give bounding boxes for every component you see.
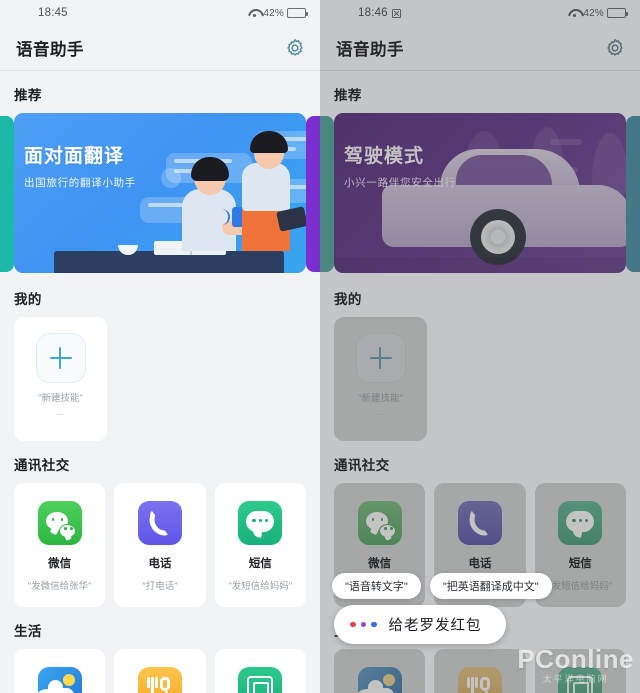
tile-phone[interactable]: 电话 "打电话" xyxy=(114,483,206,607)
tile-name: 电话 xyxy=(468,558,492,570)
plus-icon xyxy=(369,347,392,369)
voice-recognition-bubble[interactable]: 给老罗发红包 xyxy=(334,605,506,644)
phone-icon xyxy=(137,501,182,545)
plus-icon xyxy=(49,347,72,369)
add-skill-subhint: － xyxy=(56,410,65,419)
banner-subtitle: 小兴一路伴您安全出行 xyxy=(344,177,456,189)
tile-sms[interactable]: 短信 "发短信给妈妈" xyxy=(214,483,306,607)
suggestion-chip[interactable]: "语音转文字" xyxy=(332,573,421,599)
sms-icon xyxy=(558,501,603,545)
tile-hint: "打电话" xyxy=(142,581,178,592)
suggestion-chip[interactable]: "把英语翻译成中文" xyxy=(429,573,552,599)
recognized-text: 给老罗发红包 xyxy=(388,618,482,634)
cloud-deco xyxy=(550,139,582,145)
wechat-icon xyxy=(37,501,82,545)
add-skill-icon-box[interactable] xyxy=(35,333,86,383)
tile-name: 短信 xyxy=(568,558,592,570)
voice-assistant-overlay: "语音转文字" "把英语翻译成中文" 给老罗发红包 xyxy=(320,573,640,693)
tile-name: 电话 xyxy=(148,558,172,570)
status-right-group: 42% xyxy=(568,7,628,19)
tile-name: 短信 xyxy=(248,558,272,570)
phone-icon xyxy=(457,501,502,545)
screen-right: 18:46 42% 语音助手 推荐 驾驶模式 小兴一路伴您安全出行 我的 "新建… xyxy=(320,0,640,693)
gear-icon[interactable] xyxy=(604,37,626,59)
wifi-icon xyxy=(248,8,260,18)
banner-subtitle: 出国旅行的翻译小助手 xyxy=(24,177,136,189)
battery-icon xyxy=(607,8,628,18)
tile-hint: "发短信给妈妈" xyxy=(228,581,293,592)
tablet-deco xyxy=(276,206,306,232)
add-skill-label: "新建技能" xyxy=(358,393,403,404)
banner-text-right: 驾驶模式 小兴一路伴您安全出行 xyxy=(344,141,456,190)
car-window-deco xyxy=(456,155,552,189)
sms-icon xyxy=(238,501,283,545)
pay-icon xyxy=(238,667,283,693)
page-title: 语音助手 xyxy=(336,41,404,59)
battery-percent: 42% xyxy=(263,7,284,19)
section-title-mine: 我的 xyxy=(334,292,362,307)
status-time: 18:46 xyxy=(358,7,388,19)
add-skill-card[interactable]: "新建技能" － xyxy=(14,317,107,441)
banner-peek-right[interactable] xyxy=(306,116,320,272)
tile-food[interactable]: 美食 xyxy=(114,649,206,693)
banner-peek-left[interactable] xyxy=(320,116,334,272)
battery-icon xyxy=(287,8,308,18)
gear-icon[interactable] xyxy=(284,37,306,59)
tile-weather[interactable]: ΛΛ 天气 xyxy=(14,649,106,693)
banner-title: 面对面翻译 xyxy=(24,146,125,167)
dual-screenshot: 18:45 42% 语音助手 推荐 面对面翻译 出国旅行的翻译小助手 我的 "新… xyxy=(0,0,640,693)
section-title-recommend: 推荐 xyxy=(334,88,362,103)
page-title: 语音助手 xyxy=(16,41,84,59)
screen-left: 18:45 42% 语音助手 推荐 面对面翻译 出国旅行的翻译小助手 我的 "新… xyxy=(0,0,320,693)
section-title-social: 通讯社交 xyxy=(334,458,390,473)
banner-card-translate[interactable] xyxy=(14,113,306,273)
banner-carousel-right[interactable]: 驾驶模式 小兴一路伴您安全出行 xyxy=(320,113,640,275)
banner-card-driving[interactable] xyxy=(334,113,626,273)
screenshot-icon xyxy=(391,8,401,18)
wechat-icon xyxy=(357,501,402,545)
road-deco xyxy=(334,257,626,273)
social-tile-row: 微信 "发微信给张华" 电话 "打电话" 短信 "发短信给妈妈" xyxy=(0,483,320,607)
add-skill-subhint: － xyxy=(376,410,385,419)
status-bar-right: 18:46 42% xyxy=(320,0,640,26)
tile-pay[interactable]: 支付 xyxy=(214,649,306,693)
banner-peek-right[interactable] xyxy=(626,116,640,272)
status-bar-left: 18:45 42% xyxy=(0,0,320,26)
life-tile-row: ΛΛ 天气 美食 支付 xyxy=(0,649,320,693)
section-title-recommend: 推荐 xyxy=(14,88,42,103)
app-bar-left: 语音助手 xyxy=(0,26,320,70)
battery-percent: 42% xyxy=(583,7,604,19)
banner-title: 驾驶模式 xyxy=(344,146,425,167)
tile-name: 微信 xyxy=(368,558,392,570)
banner-text-left: 面对面翻译 出国旅行的翻译小助手 xyxy=(24,141,136,190)
weather-icon: ΛΛ xyxy=(33,667,82,693)
add-skill-label: "新建技能" xyxy=(38,393,83,404)
mine-card-row: "新建技能" － xyxy=(320,317,640,441)
person-b-body xyxy=(242,163,290,211)
status-right-group: 42% xyxy=(248,7,308,19)
section-title-life: 生活 xyxy=(14,624,42,639)
tile-wechat[interactable]: 微信 "发微信给张华" xyxy=(14,483,106,607)
app-bar-right: 语音助手 xyxy=(320,26,640,70)
wifi-icon xyxy=(568,8,580,18)
banner-peek-left[interactable] xyxy=(0,116,14,272)
status-time: 18:45 xyxy=(38,7,68,19)
tile-name: 微信 xyxy=(48,558,72,570)
section-title-mine: 我的 xyxy=(14,292,42,307)
food-icon xyxy=(137,667,182,693)
add-skill-card[interactable]: "新建技能" － xyxy=(334,317,427,441)
tile-hint: "发微信给张华" xyxy=(27,581,92,592)
banner-carousel-left[interactable]: 面对面翻译 出国旅行的翻译小助手 xyxy=(0,113,320,275)
mine-card-row: "新建技能" － xyxy=(0,317,320,441)
suggestion-chip-row: "语音转文字" "把英语翻译成中文" xyxy=(332,573,552,599)
emoji-bubble-deco xyxy=(161,168,181,188)
add-skill-icon-box[interactable] xyxy=(355,333,406,383)
status-left-group: 18:45 xyxy=(38,7,68,19)
status-left-group: 18:46 xyxy=(358,7,401,19)
listening-dots-icon xyxy=(350,621,377,628)
section-title-social: 通讯社交 xyxy=(14,458,70,473)
